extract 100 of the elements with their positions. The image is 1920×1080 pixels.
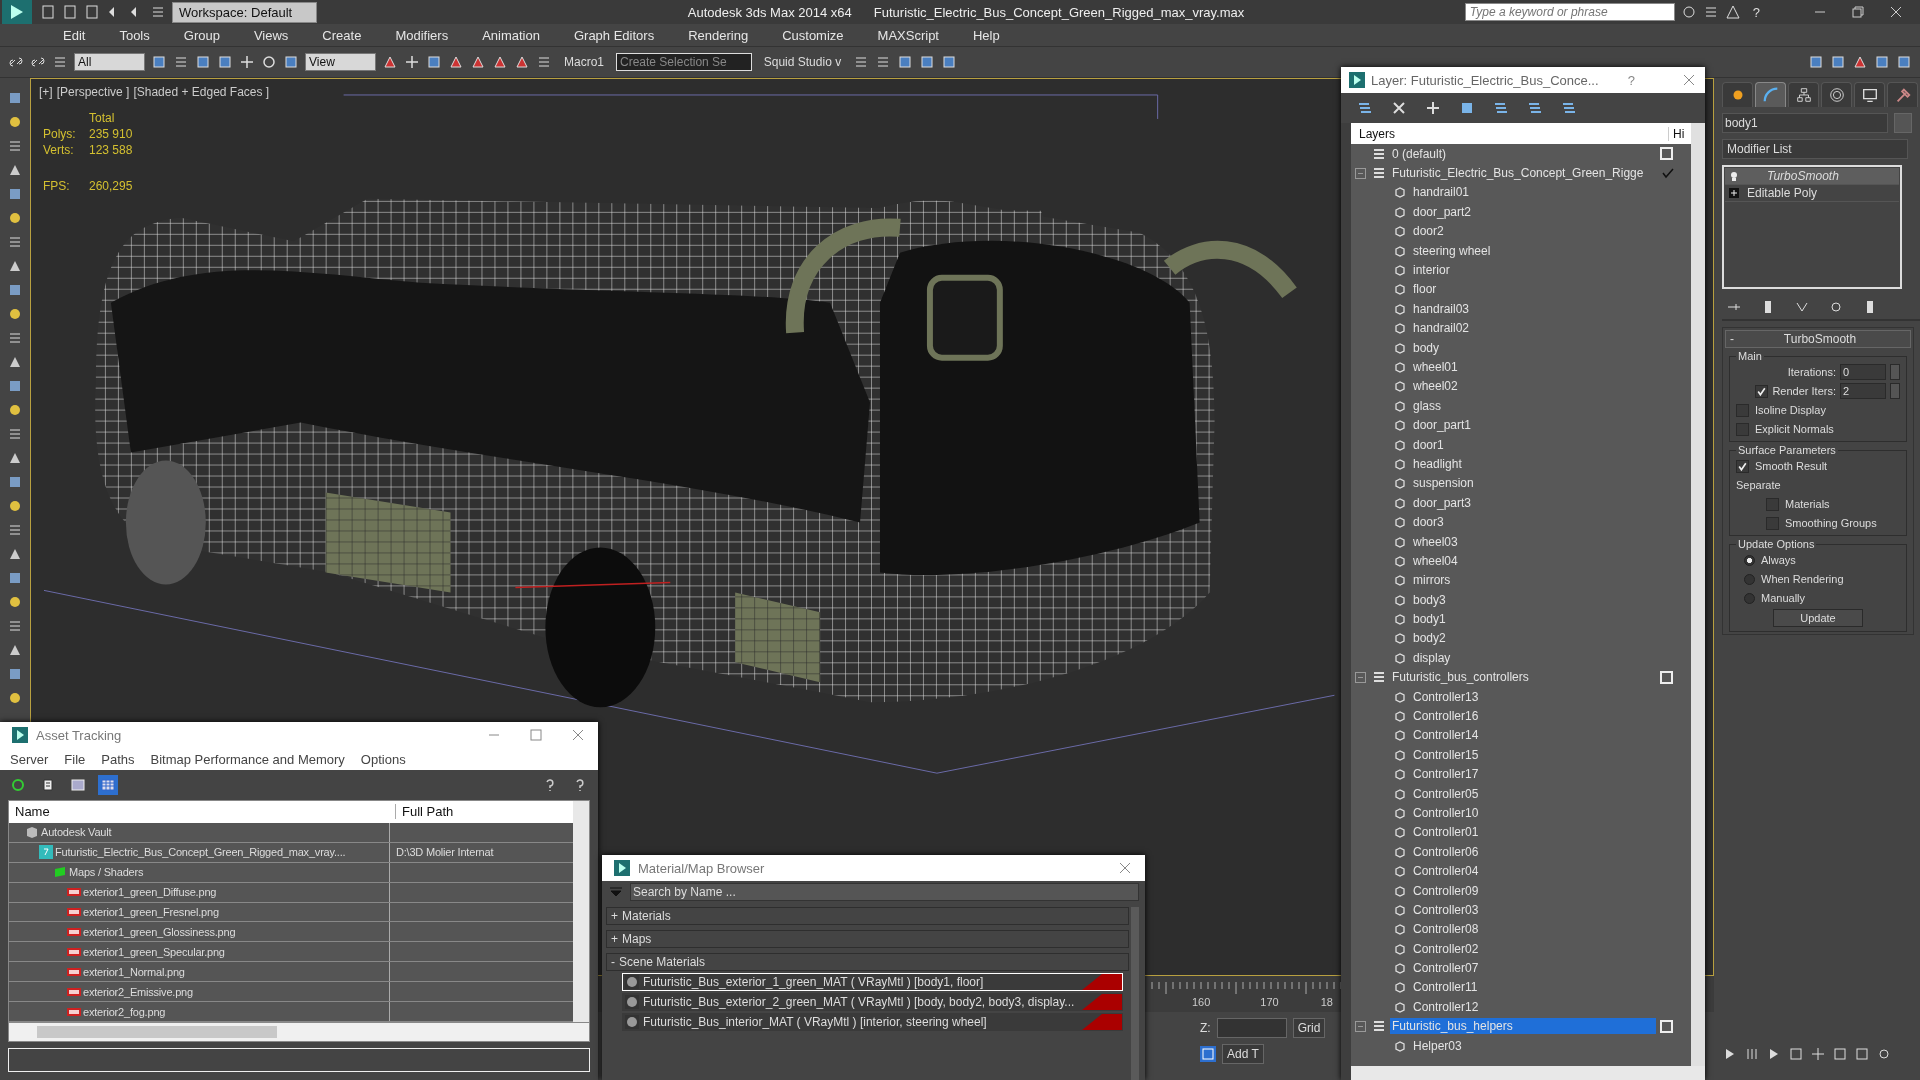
square-icon[interactable] [70, 777, 86, 793]
viewport-menu-label[interactable]: [+] [39, 85, 53, 99]
object-name-field[interactable]: body1 [1722, 113, 1888, 133]
close-icon[interactable] [570, 727, 586, 743]
object-name[interactable]: interior [1411, 262, 1691, 279]
lightbulb-icon[interactable] [1729, 171, 1739, 181]
selection-filter-dropdown[interactable]: All [74, 53, 145, 71]
menu-item[interactable]: Bitmap Performance and Memory [150, 751, 345, 767]
menu-item[interactable]: Options [360, 751, 406, 767]
object-name[interactable]: glass [1411, 397, 1691, 414]
lines-icon[interactable] [40, 777, 56, 793]
group-header[interactable]: - Scene Materials [606, 953, 1129, 971]
current-layer-toggle[interactable] [1660, 1019, 1673, 1033]
square-icon[interactable] [84, 4, 100, 20]
checkbox[interactable] [1766, 516, 1779, 530]
circle-icon[interactable] [1828, 299, 1844, 315]
checkbox[interactable] [1736, 403, 1749, 417]
search-field[interactable]: Search by Name ... [630, 883, 1139, 901]
square-icon[interactable] [1459, 100, 1475, 116]
square-icon[interactable] [283, 54, 299, 70]
circle-icon[interactable] [7, 690, 23, 706]
square-icon[interactable] [7, 378, 23, 394]
object-name[interactable]: Controller12 [1411, 998, 1691, 1015]
checkmark-icon[interactable] [1661, 166, 1675, 181]
app-logo-icon[interactable] [0, 0, 34, 24]
cross-icon[interactable] [1810, 1046, 1826, 1062]
object-name[interactable]: body1 [1411, 611, 1691, 628]
display-tab[interactable] [1854, 82, 1885, 107]
cross-icon[interactable] [404, 54, 420, 70]
menu-item[interactable]: Help [973, 27, 1000, 43]
lines-icon[interactable] [1493, 100, 1509, 116]
checkbox[interactable] [1736, 459, 1749, 473]
square-icon[interactable] [1896, 54, 1912, 70]
object-name[interactable]: Controller10 [1411, 804, 1691, 821]
lines-icon[interactable] [1527, 100, 1543, 116]
layer-name[interactable]: Futuristic_Electric_Bus_Concept_Green_Rigge [1390, 165, 1657, 182]
menu-item[interactable]: Graph Editors [573, 27, 655, 43]
create-tab[interactable] [1722, 82, 1753, 107]
restore-icon[interactable] [1850, 4, 1866, 20]
object-name[interactable]: Controller07 [1411, 960, 1691, 977]
rollout-header[interactable]: - TurboSmooth [1725, 330, 1911, 348]
layer-name[interactable]: 0 (default) [1390, 145, 1656, 162]
modify-tab[interactable] [1755, 82, 1786, 107]
square-icon[interactable] [897, 54, 914, 70]
square-icon[interactable] [426, 54, 442, 70]
layer-name[interactable]: Futuristic_bus_controllers [1390, 669, 1656, 686]
object-name[interactable]: display [1411, 649, 1691, 666]
object-name[interactable]: suspension [1411, 475, 1691, 492]
square-icon[interactable] [7, 570, 23, 586]
square-icon[interactable] [7, 186, 23, 202]
square-icon[interactable] [919, 54, 936, 70]
object-name[interactable]: Controller03 [1411, 901, 1691, 918]
square-icon[interactable] [195, 54, 211, 70]
current-layer-toggle[interactable] [1660, 147, 1673, 161]
chain-icon[interactable] [8, 54, 24, 70]
triangle-icon[interactable] [448, 54, 464, 70]
menu-item[interactable]: Views [253, 27, 289, 43]
menu-item[interactable]: Edit [63, 27, 86, 43]
grid-icon[interactable] [100, 777, 116, 793]
object-name[interactable]: door3 [1411, 514, 1691, 531]
selection-set-dropdown[interactable]: Create Selection Se [616, 53, 752, 71]
object-name[interactable]: Controller04 [1411, 863, 1691, 880]
triangle-icon[interactable] [1852, 54, 1868, 70]
checkbox[interactable] [1766, 497, 1779, 511]
lines-icon[interactable] [1561, 100, 1577, 116]
render-iters-field[interactable]: 2 [1840, 383, 1886, 399]
circle-icon[interactable] [7, 210, 23, 226]
circle-icon[interactable] [7, 498, 23, 514]
object-name[interactable]: headlight [1411, 455, 1691, 472]
modifier-stack-list[interactable]: TurboSmooth Editable Poly [1722, 165, 1902, 289]
macro-label[interactable]: Macro1 [558, 55, 610, 69]
circle-icon[interactable] [7, 306, 23, 322]
object-name[interactable]: Controller17 [1411, 766, 1691, 783]
iterations-field[interactable]: 0 [1840, 364, 1886, 380]
material-item[interactable]: Futuristic_Bus_exterior_1_green_MAT ( VRayMtl ) [body1, floor] [622, 973, 1123, 991]
triangle-icon[interactable] [1724, 4, 1741, 20]
square-icon[interactable] [1874, 54, 1890, 70]
triangle-icon[interactable] [492, 54, 508, 70]
group-header[interactable]: + Maps [606, 930, 1129, 948]
group-header[interactable]: + Materials [606, 907, 1129, 925]
circle-icon[interactable] [7, 402, 23, 418]
square-icon[interactable] [151, 54, 167, 70]
object-name[interactable]: handrail01 [1411, 184, 1691, 201]
current-layer-toggle[interactable] [1660, 670, 1673, 684]
object-name[interactable]: Controller15 [1411, 746, 1691, 763]
expand-icon[interactable] [1729, 188, 1739, 198]
base-object-item[interactable]: Editable Poly [1725, 185, 1899, 202]
add-time-tag-button[interactable]: Add T [1222, 1044, 1264, 1064]
coordinate-system-dropdown[interactable]: View [305, 53, 376, 71]
cross-icon[interactable] [1391, 100, 1407, 116]
object-name[interactable]: Controller02 [1411, 940, 1691, 957]
object-name[interactable]: body2 [1411, 630, 1691, 647]
radio-button[interactable] [1744, 573, 1755, 585]
object-name[interactable]: handrail03 [1411, 300, 1691, 317]
object-name[interactable]: body3 [1411, 591, 1691, 608]
update-button[interactable]: Update [1773, 609, 1863, 627]
object-name[interactable]: Controller11 [1411, 979, 1691, 996]
menu-item[interactable]: File [64, 751, 86, 767]
square-icon[interactable] [7, 474, 23, 490]
object-name[interactable]: Controller13 [1411, 688, 1691, 705]
